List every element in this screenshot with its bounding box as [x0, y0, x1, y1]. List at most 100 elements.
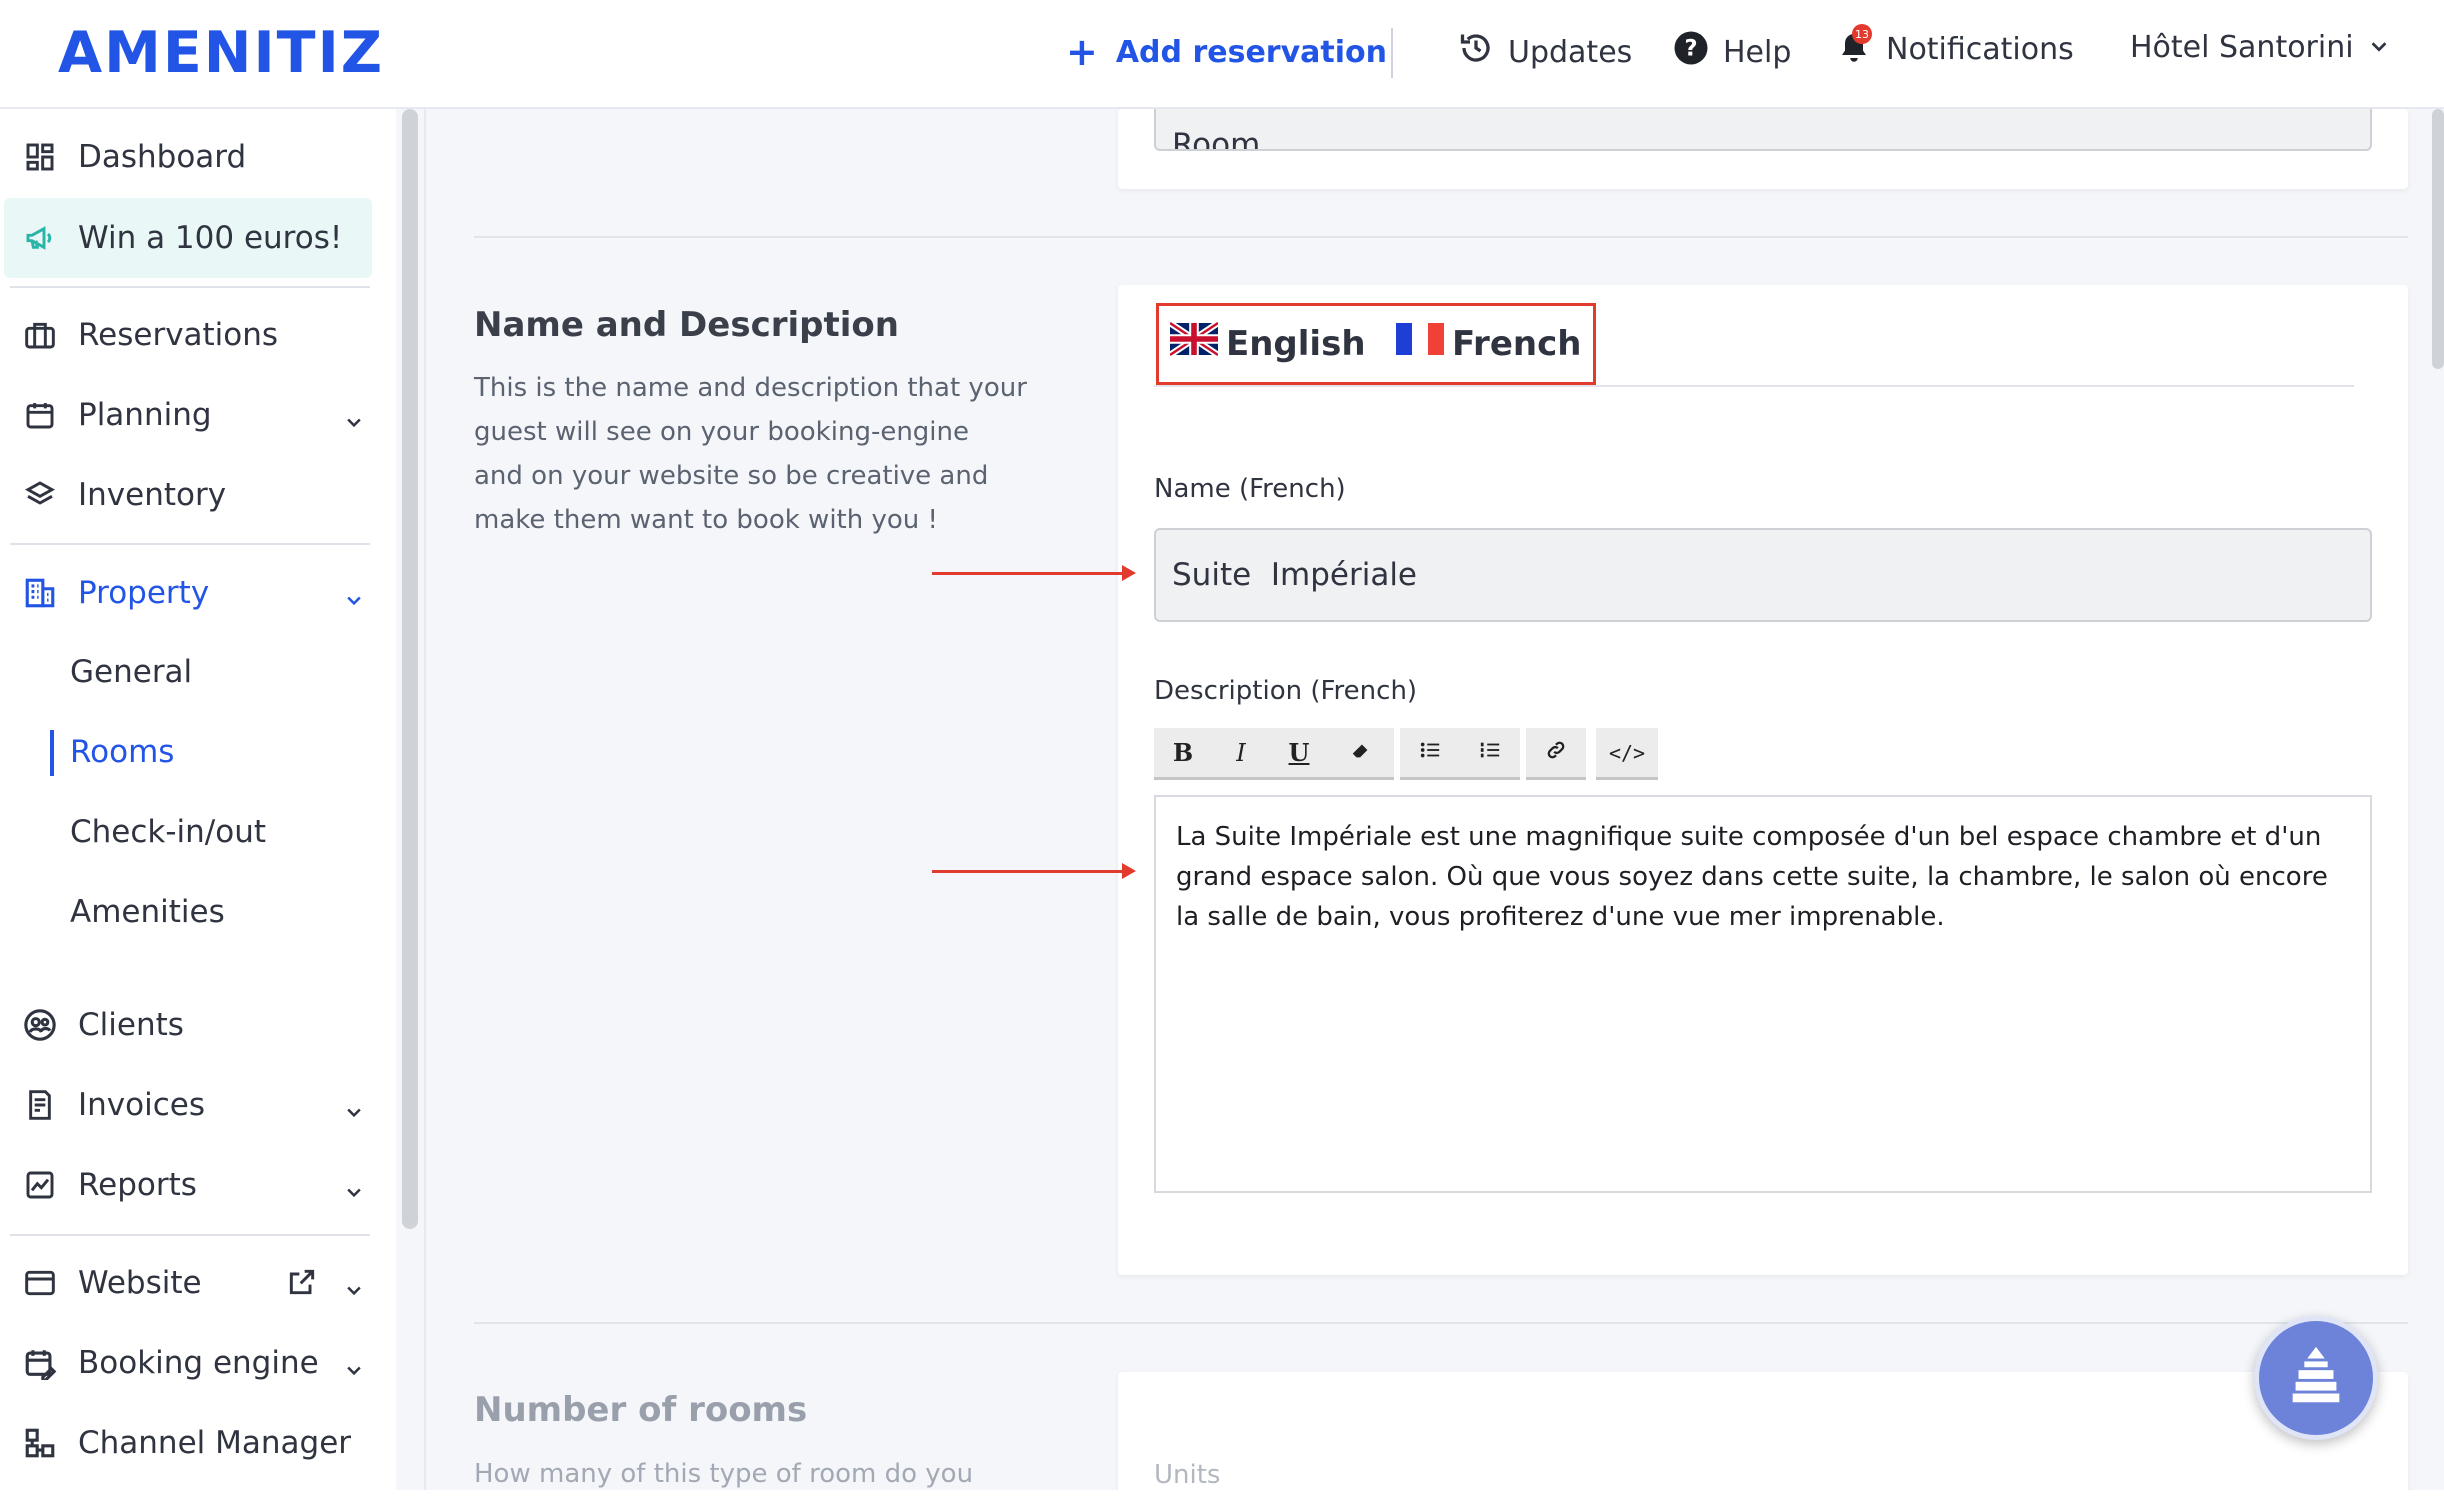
top-divider: [1391, 28, 1393, 78]
sidebar-item-invoices[interactable]: Invoices: [10, 1072, 376, 1138]
link-button[interactable]: [1526, 728, 1586, 780]
layers-icon: [10, 479, 70, 511]
bold-button[interactable]: B: [1154, 728, 1212, 780]
room-type-input[interactable]: Room: [1154, 109, 2372, 151]
notifications-label: Notifications: [1886, 31, 2074, 67]
sidebar-subitem-checkinout[interactable]: Check-in/out: [70, 814, 266, 850]
numbered-list-button[interactable]: [1460, 728, 1520, 780]
sidebar-item-label: Property: [78, 575, 210, 611]
chevron-down-icon: [2368, 30, 2390, 65]
sidebar-item-reports[interactable]: Reports: [10, 1152, 376, 1218]
sidebar-item-label: Win a 100 euros!: [78, 220, 343, 256]
sidebar-item-label: Inventory: [78, 477, 227, 513]
sidebar-item-label: Dashboard: [78, 139, 247, 175]
tab-french[interactable]: French: [1396, 322, 1581, 365]
active-indicator: [50, 730, 54, 776]
chevron-down-icon[interactable]: [344, 1174, 364, 1210]
sidebar-item-label: Invoices: [78, 1087, 205, 1123]
sidebar-item-dashboard[interactable]: Dashboard: [10, 124, 376, 190]
bullet-list-icon: [1418, 739, 1442, 767]
sidebar-separator: [10, 1234, 370, 1236]
calendar-edit-icon: [10, 1346, 70, 1380]
chevron-down-icon[interactable]: [344, 1352, 364, 1388]
underline-button[interactable]: U: [1270, 728, 1328, 780]
italic-button[interactable]: I: [1212, 728, 1270, 780]
sidebar-item-website[interactable]: Website: [10, 1250, 376, 1316]
sidebar-separator: [10, 543, 370, 545]
section-description: This is the name and description that yo…: [474, 373, 1027, 535]
main-scrollbar[interactable]: [2432, 109, 2444, 369]
room-type-text: Room: [1172, 127, 1261, 151]
svg-text:?: ?: [1684, 36, 1697, 62]
sidebar-scrollbar[interactable]: [402, 109, 418, 1229]
sidebar-item-promo[interactable]: Win a 100 euros!: [4, 198, 372, 278]
room-name-input[interactable]: Suite Impériale: [1154, 528, 2372, 622]
chart-icon: [10, 1169, 70, 1201]
number-of-rooms-card: [1118, 1372, 2408, 1498]
chevron-down-icon[interactable]: [344, 1272, 364, 1308]
sidebar-subitem-general[interactable]: General: [70, 654, 192, 690]
bottom-edge: [0, 1490, 2444, 1498]
description-field-label: Description (French): [1154, 676, 1418, 706]
external-link-icon[interactable]: [286, 1266, 318, 1306]
updates-button[interactable]: Updates: [1458, 30, 1632, 74]
chat-widget-button[interactable]: [2254, 1316, 2378, 1440]
section-title-name-description: Name and Description: [474, 305, 899, 345]
tab-french-label: French: [1452, 323, 1582, 364]
chevron-down-icon[interactable]: [344, 1094, 364, 1130]
description-text: La Suite Impériale est une magnifique su…: [1176, 822, 2328, 932]
sidebar-item-planning[interactable]: Planning: [10, 382, 376, 448]
link-icon: [1543, 739, 1569, 767]
help-icon: ?: [1673, 30, 1709, 74]
eraser-icon: [1350, 739, 1372, 767]
lighthouse-icon: [2281, 1341, 2351, 1415]
section-title-number-of-rooms: Number of rooms: [474, 1390, 808, 1430]
add-reservation-label: Add reservation: [1115, 34, 1387, 70]
hotel-name: Hôtel Santorini: [2130, 30, 2354, 65]
tabs-underline: [1154, 385, 2354, 387]
sidebar-item-clients[interactable]: Clients: [10, 992, 376, 1058]
building-icon: [10, 576, 70, 610]
sidebar-item-label: Channel Manager: [78, 1425, 352, 1461]
hotel-selector[interactable]: Hôtel Santorini: [2130, 30, 2390, 65]
browser-icon: [10, 1267, 70, 1299]
numbered-list-icon: [1478, 739, 1502, 767]
tab-english-label: English: [1226, 323, 1366, 364]
amenitiz-logo[interactable]: AMENITIZ: [58, 20, 384, 86]
add-reservation-button[interactable]: + Add reservation: [1066, 30, 1387, 74]
updates-label: Updates: [1508, 34, 1633, 70]
sidebar-subitem-amenities[interactable]: Amenities: [70, 894, 225, 930]
eraser-button[interactable]: [1328, 728, 1394, 780]
sidebar-subitem-rooms[interactable]: Rooms: [70, 734, 174, 770]
sidebar-item-label: Reports: [78, 1167, 197, 1203]
tab-english[interactable]: English: [1168, 320, 1366, 365]
sidebar-item-inventory[interactable]: Inventory: [10, 462, 376, 528]
sidebar-item-booking-engine[interactable]: Booking engine: [10, 1330, 376, 1396]
dashboard-icon: [10, 141, 70, 173]
chevron-down-icon[interactable]: [344, 404, 364, 440]
help-button[interactable]: ? Help: [1673, 30, 1791, 74]
units-label: Units: [1154, 1460, 1221, 1490]
annotation-arrow: [932, 863, 1136, 879]
plus-icon: +: [1066, 30, 1098, 74]
help-label: Help: [1723, 34, 1792, 70]
channels-icon: [10, 1426, 70, 1460]
section-divider: [474, 1322, 2408, 1324]
sidebar-item-reservations[interactable]: Reservations: [10, 302, 376, 368]
name-field-label: Name (French): [1154, 474, 1346, 504]
bullet-list-button[interactable]: [1400, 728, 1460, 780]
sidebar-item-channel-manager[interactable]: Channel Manager: [10, 1410, 376, 1476]
sidebar-item-property[interactable]: Property: [10, 560, 376, 626]
annotation-arrow: [932, 565, 1136, 581]
code-view-button[interactable]: </>: [1596, 728, 1658, 780]
sidebar-item-label: Clients: [78, 1007, 184, 1043]
chevron-down-icon[interactable]: [344, 582, 364, 618]
sidebar-border: [424, 109, 426, 1498]
description-editor[interactable]: La Suite Impériale est une magnifique su…: [1154, 795, 2372, 1193]
sidebar-item-label: Planning: [78, 397, 212, 433]
history-icon: [1458, 30, 1494, 74]
users-icon: [10, 1008, 70, 1042]
notifications-button[interactable]: 13 Notifications: [1836, 24, 2074, 68]
sidebar-item-label: Website: [78, 1265, 202, 1301]
room-name-value: Suite Impériale: [1172, 557, 1418, 593]
